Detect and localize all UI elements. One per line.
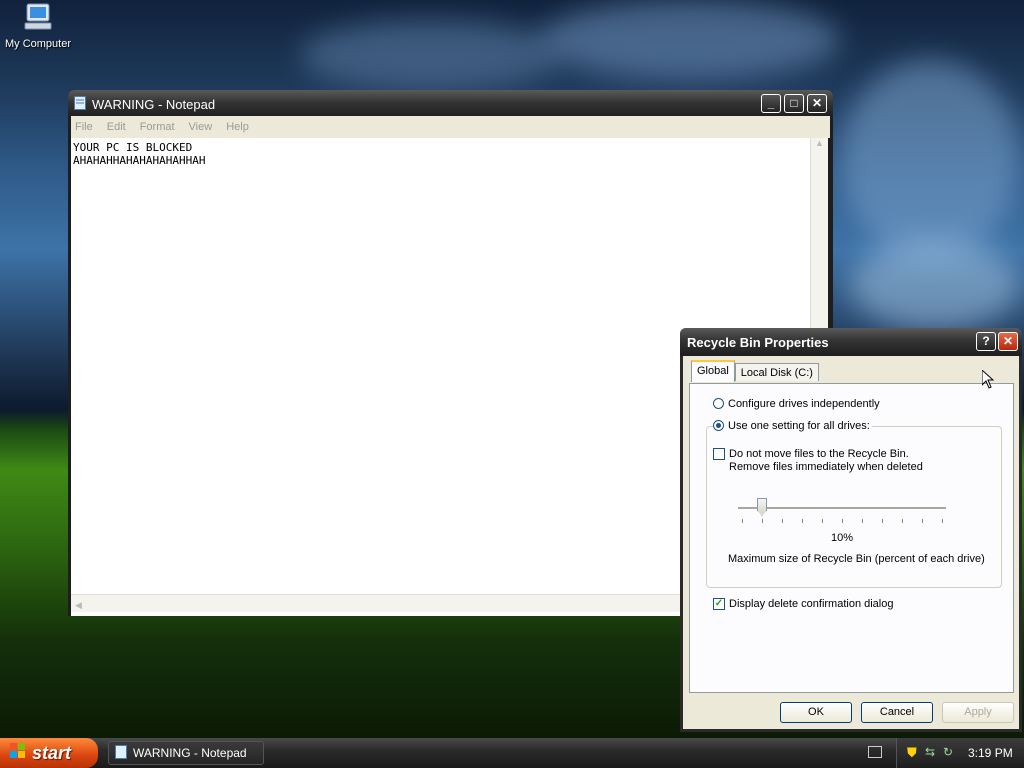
slider-value-label: 10% xyxy=(831,532,854,544)
close-button[interactable]: ✕ xyxy=(807,94,827,113)
dialog-title: Recycle Bin Properties xyxy=(687,334,829,350)
help-button[interactable]: ? xyxy=(976,332,996,351)
notepad-titlebar[interactable]: WARNING - Notepad _ □ ✕ xyxy=(68,90,833,118)
menu-edit[interactable]: Edit xyxy=(107,121,126,133)
tab-local-disk[interactable]: Local Disk (C:) xyxy=(734,363,819,381)
configure-independently-option[interactable]: Configure drives independently xyxy=(713,398,880,410)
menu-file[interactable]: File xyxy=(75,121,93,133)
one-setting-radio[interactable] xyxy=(713,420,724,431)
slider-tick xyxy=(902,519,903,523)
slider-tick xyxy=(802,519,803,523)
one-setting-label: Use one setting for all drives: xyxy=(728,420,870,432)
recycle-bin-properties-dialog[interactable]: Recycle Bin Properties ? ✕ Global Local … xyxy=(680,328,1022,732)
start-label: start xyxy=(32,742,72,763)
start-button[interactable]: start xyxy=(0,738,98,768)
maximize-icon: □ xyxy=(790,96,798,110)
maximize-button[interactable]: □ xyxy=(784,94,804,113)
cloud-decoration xyxy=(840,60,1020,260)
slider-tick xyxy=(782,519,783,523)
help-icon: ? xyxy=(982,334,990,348)
tab-global[interactable]: Global xyxy=(691,360,735,382)
taskbar-item-notepad[interactable]: WARNING - Notepad xyxy=(108,741,264,765)
slider-tick xyxy=(762,519,763,523)
recycle-bin-size-slider-track[interactable] xyxy=(738,507,946,510)
apply-button[interactable]: Apply xyxy=(942,702,1014,723)
display-confirm-option[interactable]: ✓ Display delete confirmation dialog xyxy=(713,598,893,610)
menu-help[interactable]: Help xyxy=(226,121,249,133)
mouse-cursor-icon xyxy=(981,368,995,394)
tab-panel-global: Configure drives independently Use one s… xyxy=(689,383,1014,693)
do-not-move-checkbox[interactable] xyxy=(713,448,725,460)
slider-tick xyxy=(842,519,843,523)
desktop-icon-my-computer[interactable]: My Computer xyxy=(2,2,74,50)
text-line: AHAHAHHAHAHAHAHAHHAH xyxy=(73,154,206,167)
slider-tick xyxy=(922,519,923,523)
cloud-decoration xyxy=(540,0,840,80)
display-confirm-label: Display delete confirmation dialog xyxy=(729,598,894,610)
safely-remove-icon[interactable]: ↻ xyxy=(943,745,953,759)
cloud-decoration xyxy=(850,240,1020,330)
notepad-app-icon xyxy=(115,744,127,762)
configure-independently-radio[interactable] xyxy=(713,398,724,409)
do-not-move-sublabel: Remove files immediately when deleted xyxy=(729,461,923,473)
configure-independently-label: Configure drives independently xyxy=(728,398,880,410)
taskbar: start WARNING - Notepad ⛊ ⇆ ↻ 3:19 PM xyxy=(0,738,1024,768)
desktop-icon-label: My Computer xyxy=(4,38,72,50)
slider-tick xyxy=(942,519,943,523)
clock[interactable]: 3:19 PM xyxy=(968,746,1013,760)
cloud-decoration xyxy=(300,20,560,90)
security-shield-icon[interactable]: ⛊ xyxy=(907,745,917,761)
notepad-app-icon xyxy=(74,95,86,113)
slider-tick xyxy=(822,519,823,523)
tab-strip: Global Local Disk (C:) xyxy=(691,360,819,385)
cancel-button[interactable]: Cancel xyxy=(861,702,933,723)
notepad-menubar: File Edit Format View Help xyxy=(71,116,830,138)
slider-caption: Maximum size of Recycle Bin (percent of … xyxy=(728,553,985,565)
close-icon: ✕ xyxy=(811,96,823,110)
slider-tick xyxy=(882,519,883,523)
windows-logo-icon xyxy=(10,742,26,764)
notepad-title: WARNING - Notepad xyxy=(92,96,216,112)
close-icon: ✕ xyxy=(1002,334,1014,348)
scroll-up-icon[interactable]: ▲ xyxy=(811,138,828,148)
dialog-titlebar[interactable]: Recycle Bin Properties ? ✕ xyxy=(680,328,1022,356)
display-confirm-checkbox[interactable]: ✓ xyxy=(713,598,725,610)
do-not-move-label: Do not move files to the Recycle Bin. xyxy=(729,448,909,460)
slider-tick xyxy=(742,519,743,523)
one-setting-option[interactable]: Use one setting for all drives: xyxy=(713,420,872,432)
slider-tick xyxy=(862,519,863,523)
dialog-close-button[interactable]: ✕ xyxy=(998,332,1018,351)
minimize-button[interactable]: _ xyxy=(761,94,781,113)
do-not-move-option[interactable]: Do not move files to the Recycle Bin. Re… xyxy=(713,448,923,474)
my-computer-icon xyxy=(21,2,55,32)
minimize-icon: _ xyxy=(767,96,775,110)
system-tray: ⛊ ⇆ ↻ 3:19 PM xyxy=(896,738,1024,768)
scroll-left-icon[interactable]: ◀ xyxy=(75,600,82,610)
keyboard-icon[interactable] xyxy=(868,746,882,758)
network-icon[interactable]: ⇆ xyxy=(925,745,935,759)
taskbar-item-label: WARNING - Notepad xyxy=(133,746,247,760)
menu-view[interactable]: View xyxy=(189,121,213,133)
text-line: YOUR PC IS BLOCKED xyxy=(73,141,193,154)
ok-button[interactable]: OK xyxy=(780,702,852,723)
menu-format[interactable]: Format xyxy=(140,121,175,133)
